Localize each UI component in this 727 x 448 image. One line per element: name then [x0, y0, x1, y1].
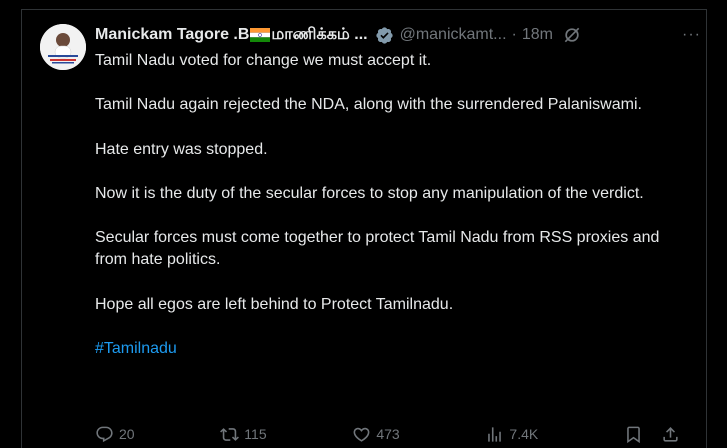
like-count: 473: [376, 426, 400, 442]
repost-count: 115: [244, 426, 267, 442]
profile-photo-icon: [40, 24, 86, 70]
author-handle[interactable]: @manickamt...: [400, 26, 507, 44]
tweet-paragraph: Hope all egos are left behind to Protect…: [95, 295, 454, 313]
views-chart-icon: [488, 426, 502, 442]
avatar[interactable]: [40, 24, 86, 70]
tweet-paragraph: Now it is the duty of the secular forces…: [95, 184, 644, 202]
india-flag-icon: [250, 28, 271, 42]
heart-icon: [353, 427, 370, 442]
tweet-paragraph: Secular forces must come together to pro…: [95, 229, 660, 269]
hashtag-link[interactable]: #Tamilnadu: [95, 340, 177, 357]
repost-button[interactable]: 115: [220, 425, 267, 444]
more-options-icon[interactable]: ···: [682, 26, 701, 44]
grok-icon[interactable]: [562, 25, 582, 45]
reply-icon: [96, 426, 113, 442]
tweet-actions: 20 115 473 7.4K: [95, 424, 680, 444]
verified-badge-icon[interactable]: [375, 26, 394, 45]
like-button[interactable]: 473: [352, 425, 400, 444]
reply-count: 20: [119, 426, 135, 442]
display-name[interactable]: Manickam Tagore .B: [95, 26, 249, 44]
tweet-text: Tamil Nadu voted for change we must acce…: [95, 50, 695, 360]
views-count: 7.4K: [509, 426, 539, 442]
author-name[interactable]: Manickam Tagore .B மாணிக்கம் ...: [95, 25, 368, 45]
reply-button[interactable]: 20: [95, 425, 135, 444]
display-name-suffix[interactable]: மாணிக்கம் ...: [271, 25, 367, 45]
timestamp[interactable]: 18m: [522, 26, 553, 44]
views-button[interactable]: 7.4K: [485, 425, 538, 444]
tweet-header: Manickam Tagore .B மாணிக்கம் ... @manick…: [95, 23, 701, 47]
tweet-paragraph: Tamil Nadu again rejected the NDA, along…: [95, 96, 642, 114]
separator-dot: ·: [511, 26, 517, 43]
right-action-icons: [624, 425, 680, 444]
share-icon[interactable]: [661, 425, 680, 444]
tweet-paragraph: Tamil Nadu voted for change we must acce…: [95, 52, 432, 69]
tweet-paragraph: Hate entry was stopped.: [95, 140, 268, 158]
repost-icon: [220, 427, 240, 441]
bookmark-icon[interactable]: [624, 425, 643, 444]
